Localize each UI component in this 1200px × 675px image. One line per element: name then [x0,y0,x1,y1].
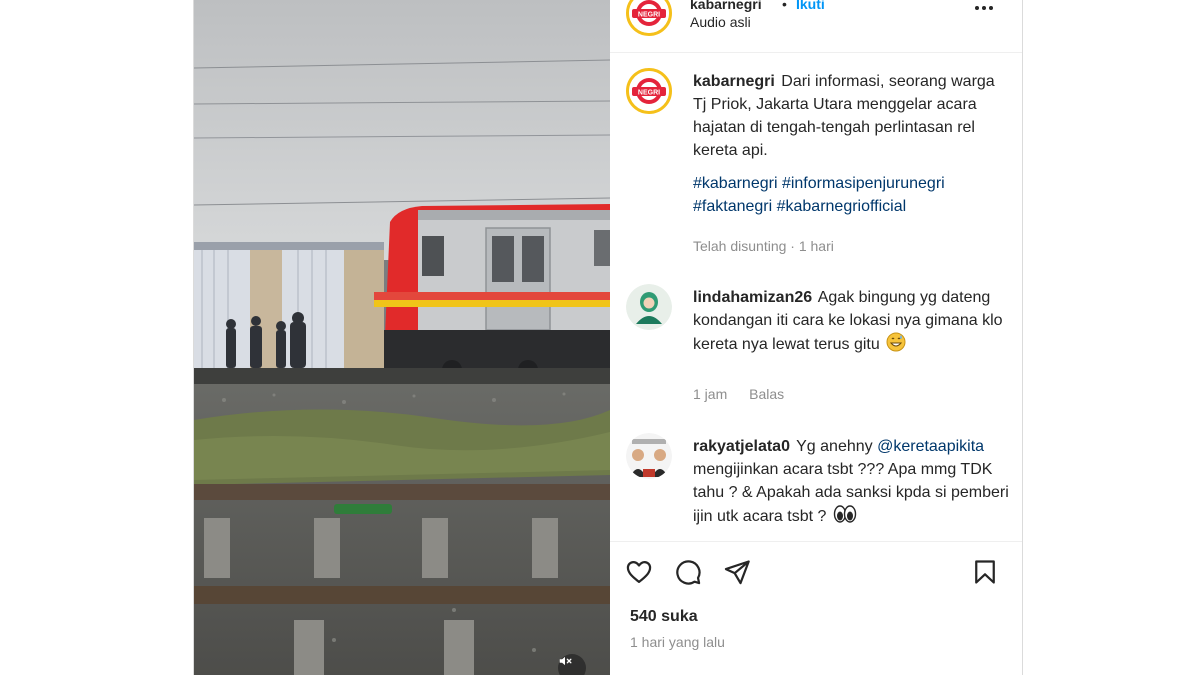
user-avatar-icon [626,284,672,330]
post-timestamp[interactable]: 1 hari yang lalu [630,634,725,650]
post-header: NEGRI kabarnegri • Ikuti Audio asli [610,0,1022,53]
comment-item: rakyatjelata0 Yg anehny @keretaapikita m… [610,417,1022,542]
post-details-pane: NEGRI kabarnegri • Ikuti Audio asli NEGR… [610,0,1022,675]
comment-meta: 1 jam Balas [693,386,802,402]
video-player[interactable] [194,0,610,675]
more-dot-icon [982,6,986,10]
like-count[interactable]: 540 suka [630,608,698,626]
comment-icon [676,560,701,585]
comments-list[interactable]: NEGRI kabarnegri Dari informasi, seorang… [610,52,1022,542]
commenter-avatar[interactable] [626,284,672,330]
save-button[interactable] [970,557,1000,587]
separator-dot: • [782,0,787,12]
caption-username[interactable]: kabarnegri [693,73,775,90]
caption-meta: Telah disunting · 1 hari [693,238,834,254]
comment-time: 1 jam [693,386,728,402]
comment-text: Yg anehny [796,438,873,455]
commenter-username[interactable]: rakyatjelata0 [693,438,790,455]
avatar-logo-text: NEGRI [638,12,660,19]
speaker-muted-icon [559,656,572,666]
bookmark-icon [975,560,995,584]
reply-button[interactable]: Balas [749,386,784,402]
comment-text-block: lindahamizan26 Agak bingung yg dateng ko… [693,286,1009,359]
audio-label[interactable]: Audio asli [690,14,751,30]
author-username[interactable]: kabarnegri [690,0,762,12]
caption-entry: NEGRI kabarnegri Dari informasi, seorang… [610,52,1022,262]
mute-toggle-button[interactable] [558,654,586,675]
avatar-logo-text: NEGRI [638,90,660,97]
instagram-post: NEGRI kabarnegri • Ikuti Audio asli NEGR… [193,0,1023,675]
comment-text-block: rakyatjelata0 Yg anehny @keretaapikita m… [693,435,1009,531]
brand-logo-icon: NEGRI [629,0,669,33]
author-avatar[interactable]: NEGRI [626,0,672,36]
heart-icon [626,560,652,584]
more-options-button[interactable] [970,0,998,22]
post-actions: 540 suka 1 hari yang lalu [610,541,1022,675]
eyes-emoji [833,504,857,531]
like-button[interactable] [624,557,654,587]
user-avatar-icon [626,433,672,479]
brand-logo-icon: NEGRI [629,71,669,111]
share-icon [724,560,750,585]
commenter-username[interactable]: lindahamizan26 [693,289,812,306]
comment-button[interactable] [673,557,703,587]
caption-hashtags[interactable]: #kabarnegri #informasipenjurunegri #fakt… [693,172,1009,218]
more-dot-icon [989,6,993,10]
share-button[interactable] [722,557,752,587]
follow-button[interactable]: Ikuti [796,0,825,12]
comment-item: lindahamizan26 Agak bingung yg dateng ko… [610,268,1022,408]
commenter-avatar[interactable] [626,433,672,479]
more-dot-icon [975,6,979,10]
mention-link[interactable]: @keretaapikita [877,438,984,455]
video-frame [194,0,610,675]
caption-avatar[interactable]: NEGRI [626,68,672,114]
grinning-sweat-emoji [886,332,906,359]
caption-text-block: kabarnegri Dari informasi, seorang warga… [693,70,1009,218]
